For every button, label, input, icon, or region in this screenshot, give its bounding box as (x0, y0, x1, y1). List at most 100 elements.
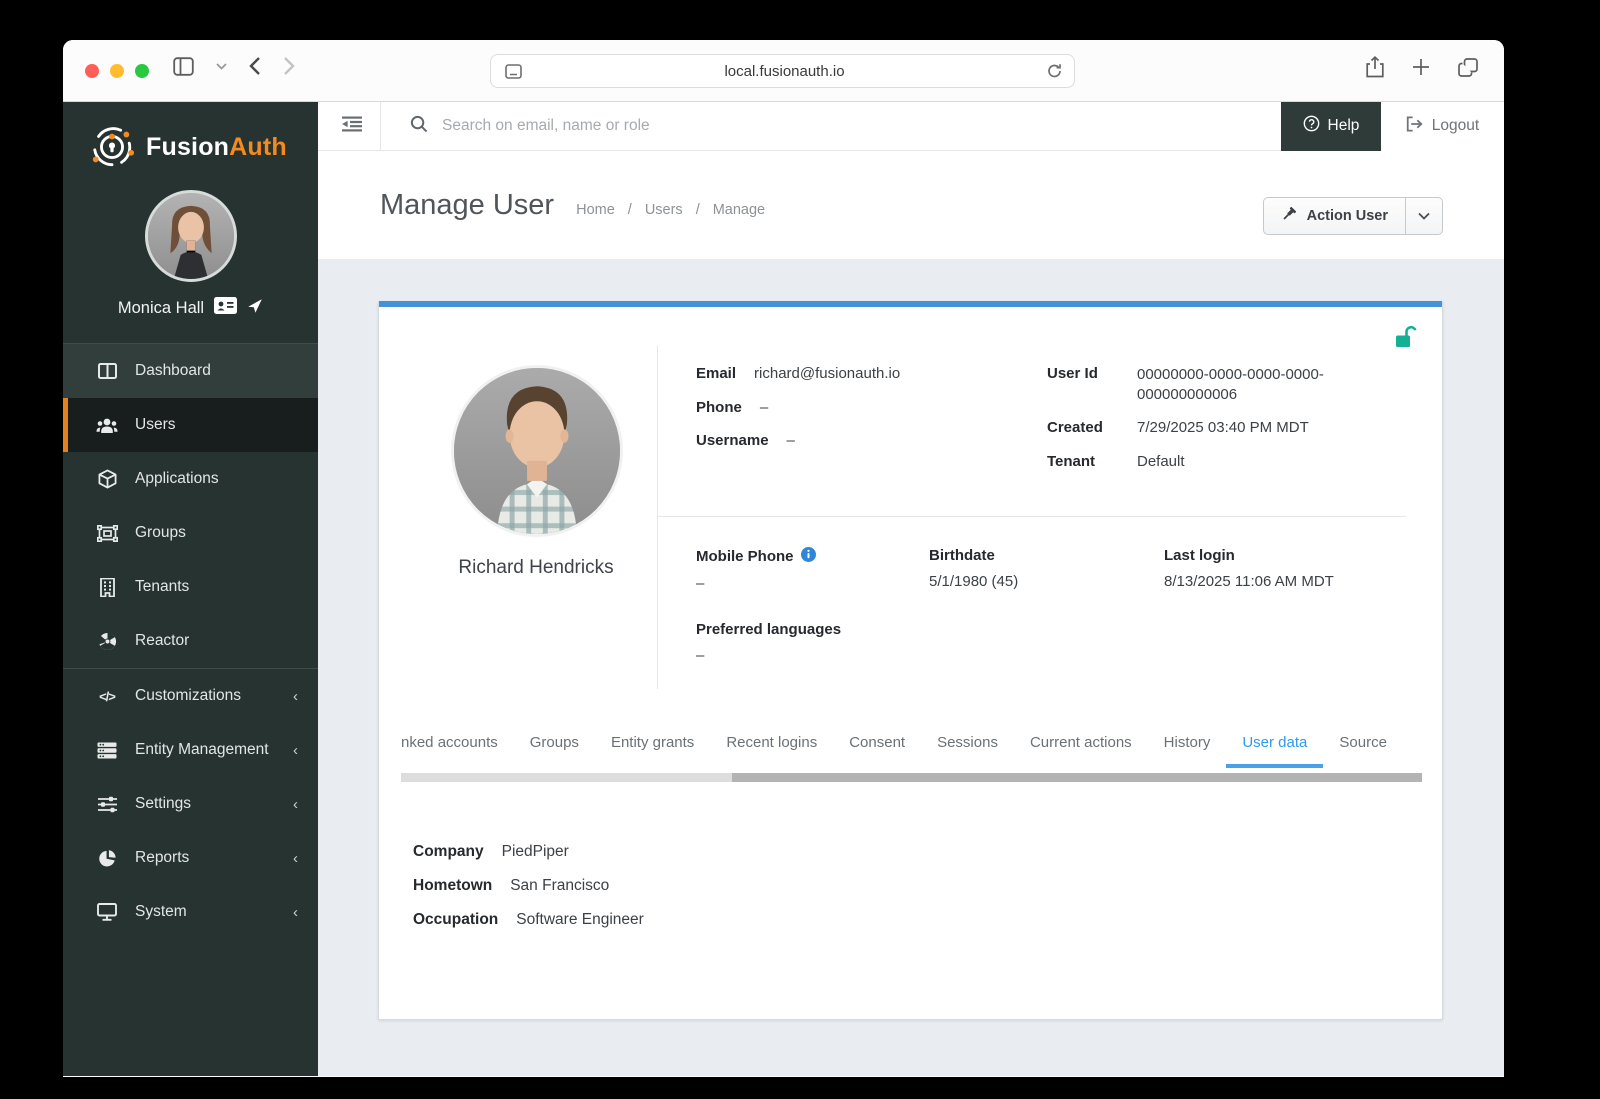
page-icon (505, 63, 522, 79)
action-user-caret-button[interactable] (1406, 198, 1442, 234)
logout-label: Logout (1431, 117, 1480, 134)
new-tab-icon[interactable] (1412, 58, 1430, 76)
pie-chart-icon (96, 849, 118, 868)
user-avatar (451, 365, 623, 537)
field-value: richard@fusionauth.io (754, 365, 901, 382)
field-value: – (696, 575, 705, 592)
user-full-name: Richard Hendricks (458, 557, 614, 578)
close-window-button[interactable] (85, 64, 99, 78)
tab-history[interactable]: History (1148, 734, 1227, 768)
tab-consent[interactable]: Consent (833, 734, 921, 768)
tabs-scrollbar-track[interactable] (401, 773, 1422, 782)
sidebar-item-settings[interactable]: Settings ‹ (63, 777, 318, 831)
field-phone: Phone – (696, 399, 768, 416)
sliders-icon (96, 796, 118, 813)
sidebar-item-reactor[interactable]: Reactor (63, 614, 318, 668)
users-icon (96, 417, 118, 434)
tab-sessions[interactable]: Sessions (921, 734, 1014, 768)
info-icon[interactable] (800, 547, 816, 566)
location-arrow-icon[interactable] (247, 298, 263, 319)
action-user-split-button: Action User (1262, 197, 1443, 235)
reload-icon[interactable] (1047, 63, 1062, 79)
sidebar-item-applications[interactable]: Applications (63, 452, 318, 506)
help-button[interactable]: Help (1281, 101, 1381, 151)
minimize-window-button[interactable] (110, 64, 124, 78)
card-accent-bar (379, 301, 1442, 307)
field-value: San Francisco (510, 877, 610, 894)
breadcrumb-home[interactable]: Home (576, 202, 615, 218)
sidebar-item-system[interactable]: System ‹ (63, 885, 318, 939)
sidebar-item-label: Entity Management (135, 741, 269, 758)
user-data-row: Hometown San Francisco (413, 876, 644, 896)
content-area: Richard Hendricks Email richard@fusionau… (318, 259, 1504, 1076)
share-icon[interactable] (1366, 56, 1384, 78)
field-label: Tenant (1047, 453, 1096, 470)
object-group-icon (96, 524, 118, 542)
field-email: Email richard@fusionauth.io (696, 365, 900, 382)
account-name: Monica Hall (117, 298, 205, 317)
tab-user-data[interactable]: User data (1226, 734, 1324, 768)
sidebar-item-label: Settings (135, 795, 192, 812)
action-user-button[interactable]: Action User (1264, 198, 1405, 234)
search-icon (410, 115, 428, 138)
sidebar-toggle-icon[interactable] (173, 56, 194, 76)
user-data-row: Occupation Software Engineer (413, 910, 644, 930)
sidebar-item-customizations[interactable]: </> Customizations ‹ (63, 669, 318, 723)
brand-second: Auth (229, 132, 287, 161)
tab-linked-accounts[interactable]: nked accounts (401, 734, 514, 768)
id-card-icon[interactable] (214, 297, 238, 319)
card-vertical-divider (657, 346, 658, 689)
sidebar-item-label: Reports (135, 849, 190, 866)
sidebar-item-entity-management[interactable]: Entity Management ‹ (63, 723, 318, 777)
forward-icon[interactable] (283, 56, 295, 76)
chevron-left-icon: ‹ (293, 795, 298, 813)
sidebar-item-users[interactable]: Users (63, 398, 318, 452)
tab-groups[interactable]: Groups (514, 734, 595, 768)
tab-entity-grants[interactable]: Entity grants (595, 734, 710, 768)
unlocked-icon (1393, 325, 1417, 353)
sidebar-item-groups[interactable]: Groups (63, 506, 318, 560)
building-icon (96, 577, 118, 597)
address-bar[interactable]: local.fusionauth.io (490, 54, 1075, 88)
code-icon: </> (99, 688, 116, 704)
tabs-scrollbar-thumb[interactable] (732, 773, 1422, 782)
tab-recent-logins[interactable]: Recent logins (710, 734, 833, 768)
sidebar-item-tenants[interactable]: Tenants (63, 560, 318, 614)
account-avatar[interactable] (144, 190, 237, 282)
tab-current-actions[interactable]: Current actions (1014, 734, 1148, 768)
breadcrumb-users[interactable]: Users (645, 202, 683, 218)
field-created: Created 7/29/2025 03:40 PM MDT (1047, 419, 1309, 436)
sidebar-item-label: Groups (135, 524, 186, 541)
page-title: Manage User (380, 189, 555, 221)
sidebar-item-label: System (135, 903, 187, 920)
field-label: Username (696, 432, 769, 449)
chevron-down-icon (1418, 212, 1430, 220)
field-mobile-phone: Mobile Phone – (696, 547, 816, 592)
user-tabs: nked accounts Groups Entity grants Recen… (401, 734, 1422, 768)
tab-source[interactable]: Source (1323, 734, 1403, 768)
page-header: Manage User Home / Users / Manage Action… (318, 151, 1504, 259)
columns-icon (96, 363, 118, 379)
field-label: Mobile Phone (696, 548, 794, 565)
tab-overview-icon[interactable] (1458, 57, 1478, 77)
back-icon[interactable] (249, 56, 261, 76)
zoom-window-button[interactable] (135, 64, 149, 78)
field-value: Default (1137, 453, 1185, 470)
sidebar-item-reports[interactable]: Reports ‹ (63, 831, 318, 885)
chevron-down-icon[interactable] (216, 62, 227, 70)
question-circle-icon (1303, 115, 1320, 137)
gavel-icon (1281, 206, 1297, 226)
logout-icon (1406, 116, 1423, 137)
sidebar: FusionAuth Monica Hall Dashboard Users A… (63, 102, 318, 1076)
sidebar-item-label: Dashboard (135, 362, 211, 379)
search-input[interactable] (442, 117, 1281, 135)
field-label: Phone (696, 399, 742, 416)
sidebar-item-dashboard[interactable]: Dashboard (63, 344, 318, 398)
cube-icon (96, 469, 118, 489)
chevron-left-icon: ‹ (293, 903, 298, 921)
outdent-icon[interactable] (342, 116, 362, 137)
brand-first: Fusion (146, 132, 230, 161)
field-label: Preferred languages (696, 621, 842, 638)
logout-button[interactable]: Logout (1381, 101, 1504, 151)
breadcrumb-current: Manage (712, 202, 766, 218)
